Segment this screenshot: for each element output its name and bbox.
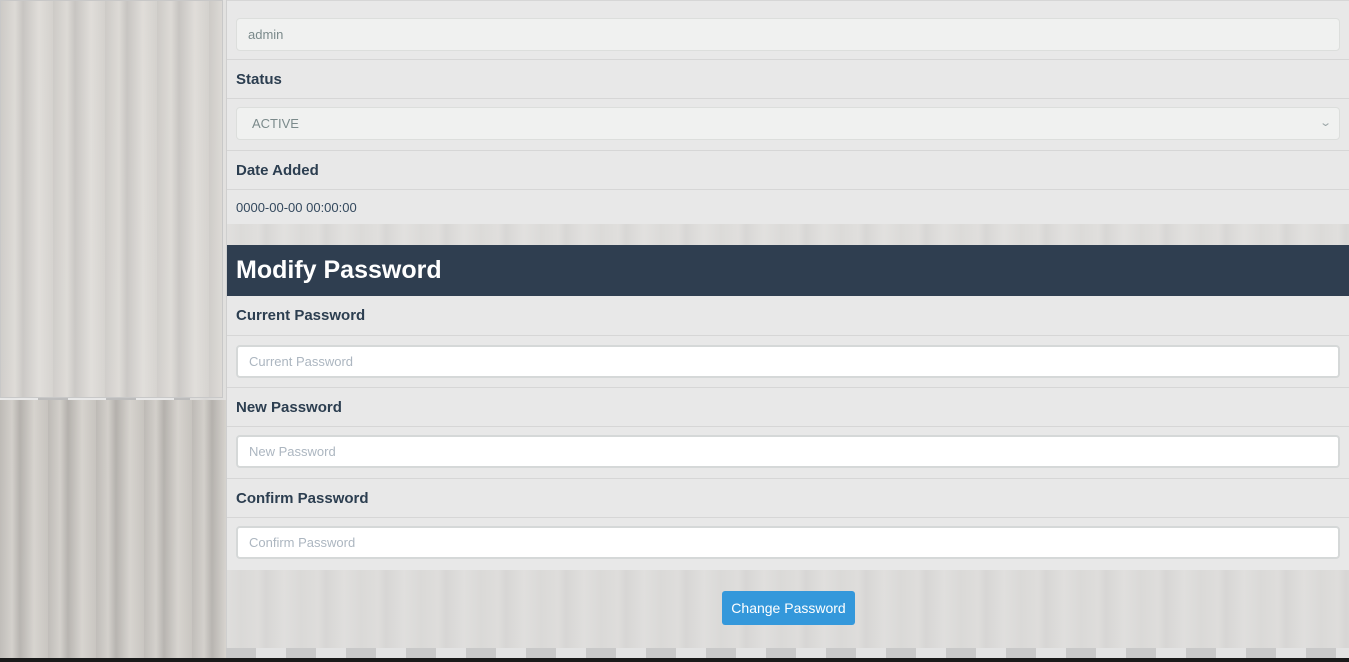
modify-password-title: Modify Password bbox=[236, 256, 442, 284]
current-password-label: Current Password bbox=[236, 307, 366, 324]
status-select-value: ACTIVE bbox=[236, 107, 1340, 140]
current-password-row bbox=[227, 336, 1349, 388]
confirm-password-label-row: Confirm Password bbox=[227, 479, 1349, 518]
current-password-label-row: Current Password bbox=[227, 296, 1349, 336]
left-sidebar-panel bbox=[0, 0, 223, 398]
change-password-button[interactable]: Change Password bbox=[722, 591, 855, 625]
confirm-password-label: Confirm Password bbox=[236, 489, 369, 507]
date-added-label-row: Date Added bbox=[227, 151, 1349, 190]
confirm-password-row bbox=[227, 518, 1349, 570]
confirm-password-input[interactable] bbox=[236, 526, 1340, 559]
status-select-row: ACTIVE ⌄ bbox=[227, 99, 1349, 151]
date-added-label: Date Added bbox=[236, 161, 319, 179]
new-password-label-row: New Password bbox=[227, 388, 1349, 427]
username-field[interactable] bbox=[236, 18, 1340, 51]
status-label-row: Status bbox=[227, 60, 1349, 99]
username-row bbox=[227, 0, 1349, 60]
date-added-value: 0000-00-00 00:00:00 bbox=[236, 199, 357, 215]
main-content: Status ACTIVE ⌄ Date Added 0000-00-00 00… bbox=[226, 0, 1349, 652]
chevron-down-icon: ⌄ bbox=[1318, 117, 1332, 129]
status-label: Status bbox=[236, 70, 282, 88]
left-background-area bbox=[0, 400, 226, 662]
current-password-input[interactable] bbox=[236, 345, 1340, 378]
date-added-row: 0000-00-00 00:00:00 bbox=[227, 190, 1349, 224]
bottom-divider-strip bbox=[226, 648, 1349, 658]
status-select[interactable]: ACTIVE ⌄ bbox=[236, 107, 1340, 140]
modify-password-header: Modify Password bbox=[227, 245, 1349, 296]
new-password-input[interactable] bbox=[236, 435, 1340, 468]
new-password-row bbox=[227, 427, 1349, 479]
bottom-edge-bar bbox=[0, 658, 1349, 662]
new-password-label: New Password bbox=[236, 398, 342, 416]
